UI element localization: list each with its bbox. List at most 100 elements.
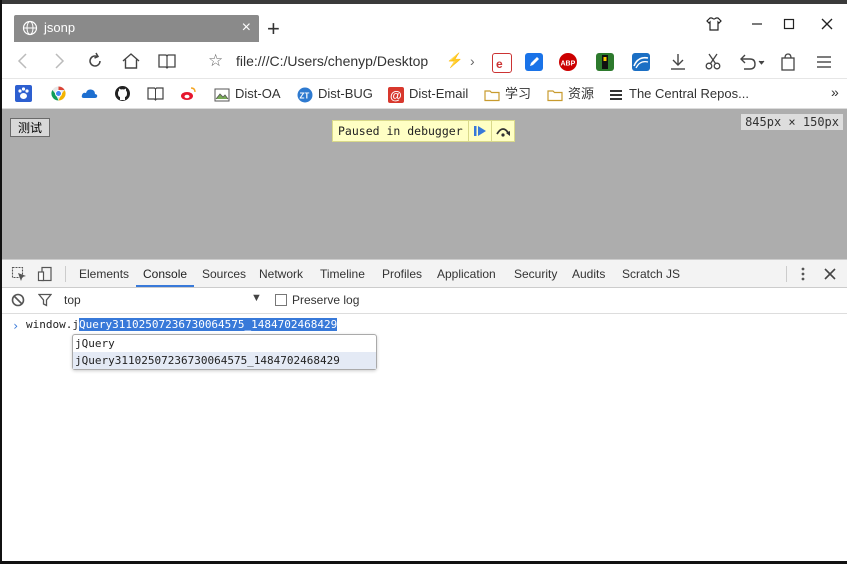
cloud-icon[interactable] [81, 85, 98, 102]
devtools-panel: Elements Console Sources Network Timelin… [2, 259, 847, 561]
tab-sources[interactable]: Sources [202, 260, 246, 287]
address-bar[interactable]: ☆ file:///C:/Users/chenyp/Desktop ⚡ [200, 48, 468, 74]
tab-close-icon[interactable]: × [242, 18, 251, 38]
bookmark-label: 学习 [505, 86, 532, 101]
more-options-icon[interactable] [795, 266, 811, 282]
tab-scratch-js[interactable]: Scratch JS [622, 260, 680, 287]
viewport-dimensions: 845px × 150px [741, 114, 843, 130]
typed-text: window.j [26, 318, 79, 331]
dropdown-arrow-icon[interactable]: ▼ [251, 292, 262, 304]
globe-icon [22, 20, 38, 36]
bookmark-label: Dist-OA [235, 86, 281, 101]
book-icon[interactable] [147, 85, 164, 102]
filter-icon[interactable] [38, 293, 52, 307]
undo-close-tab-icon[interactable] [738, 53, 766, 71]
pen-extension-icon[interactable] [525, 53, 543, 71]
paused-in-debugger-overlay: Paused in debugger [332, 120, 515, 142]
resume-icon [473, 126, 486, 136]
ie-tab-extension-icon[interactable]: e [492, 53, 512, 73]
window-top-edge [2, 0, 847, 4]
context-selector[interactable]: top [64, 293, 81, 307]
bookmark-star-icon[interactable]: ☆ [208, 51, 223, 71]
tab-strip: jsonp × + [2, 0, 847, 44]
tab-audits[interactable]: Audits [572, 260, 605, 287]
console-toolbar: top ▼ Preserve log [2, 288, 847, 314]
weibo-icon[interactable] [180, 85, 197, 102]
image-icon [214, 88, 230, 102]
console-area[interactable]: › window.jQuery31102507236730064575_1484… [2, 314, 847, 561]
refresh-icon[interactable] [84, 50, 106, 72]
scissors-icon[interactable] [704, 53, 722, 71]
bookmarks-overflow-icon[interactable]: » [831, 83, 839, 101]
baidu-paw-icon[interactable] [15, 85, 32, 102]
bookmark-central-repository[interactable]: The Central Repos... [608, 85, 749, 103]
bookmark-label: The Central Repos... [629, 86, 749, 101]
resume-execution-button[interactable] [467, 121, 491, 141]
tab-network[interactable]: Network [259, 260, 303, 287]
bookmark-dist-oa[interactable]: Dist-OA [214, 85, 281, 103]
console-input[interactable]: window.jQuery31102507236730064575_148470… [26, 318, 338, 331]
preserve-log-checkbox[interactable] [275, 294, 287, 306]
bookmark-label: Dist-Email [409, 86, 469, 101]
at-icon: @ [388, 86, 404, 103]
separator [786, 266, 787, 282]
tab-timeline[interactable]: Timeline [320, 260, 365, 287]
github-icon[interactable] [114, 85, 131, 102]
bookmark-label: 资源 [568, 86, 595, 101]
tab-console[interactable]: Console [136, 260, 195, 287]
green-extension-icon[interactable] [596, 53, 614, 71]
folder-icon [547, 89, 563, 101]
tab-application[interactable]: Application [437, 260, 496, 287]
svg-text:@: @ [390, 88, 402, 102]
bag-icon[interactable] [779, 53, 797, 71]
bookmark-dist-bug[interactable]: ZT Dist-BUG [297, 85, 373, 103]
bookmark-dist-email[interactable]: @ Dist-Email [388, 85, 468, 103]
tshirt-icon[interactable] [699, 12, 729, 36]
lightning-icon[interactable]: ⚡ [446, 52, 463, 69]
suggestion-item[interactable]: jQuery31102507236730064575_1484702468429 [73, 352, 376, 369]
close-devtools-icon[interactable] [822, 266, 838, 282]
forward-button[interactable] [48, 50, 70, 72]
paused-text: Paused in debugger [338, 124, 463, 138]
chrome-icon[interactable] [50, 85, 67, 102]
test-button[interactable]: 测试 [10, 118, 50, 137]
autocomplete-dropdown: jQuery jQuery31102507236730064575_148470… [72, 334, 377, 370]
repo-icon [610, 89, 622, 100]
svg-text:ZT: ZT [300, 91, 310, 100]
browser-tab[interactable]: jsonp × [14, 15, 259, 42]
minimize-button[interactable] [742, 12, 772, 36]
new-tab-button[interactable]: + [267, 16, 280, 42]
separator [65, 266, 66, 282]
tab-elements[interactable]: Elements [79, 260, 129, 287]
device-mode-icon[interactable] [37, 266, 53, 282]
inspect-element-icon[interactable] [11, 266, 27, 282]
zt-icon: ZT [297, 87, 313, 103]
download-icon[interactable] [669, 53, 687, 71]
home-icon[interactable] [120, 50, 142, 72]
preserve-log-label: Preserve log [292, 293, 360, 307]
maximize-button[interactable] [774, 12, 804, 36]
browser-window: jsonp × + ☆ file:///C:/Users/chenyp/Desk… [2, 0, 847, 561]
close-window-button[interactable] [812, 12, 842, 36]
address-url[interactable]: file:///C:/Users/chenyp/Desktop [236, 53, 434, 69]
bookmark-folder-resources[interactable]: 资源 [547, 85, 594, 103]
step-over-icon [495, 128, 510, 137]
devtools-tab-bar: Elements Console Sources Network Timelin… [2, 260, 847, 288]
adblock-plus-icon[interactable]: ABP [559, 53, 577, 71]
step-over-button[interactable] [490, 121, 514, 141]
menu-icon[interactable] [815, 53, 833, 71]
chevron-right-icon[interactable]: › [470, 53, 475, 69]
folder-icon [484, 89, 500, 101]
suggestion-item[interactable]: jQuery [73, 335, 376, 352]
wave-extension-icon[interactable] [632, 53, 650, 71]
svg-text:ABP: ABP [561, 61, 576, 68]
reader-view-icon[interactable] [156, 50, 178, 72]
bookmark-folder-study[interactable]: 学习 [484, 85, 531, 103]
tab-profiles[interactable]: Profiles [382, 260, 422, 287]
svg-text:e: e [496, 57, 503, 71]
back-button[interactable] [12, 50, 34, 72]
tab-security[interactable]: Security [514, 260, 557, 287]
clear-console-icon[interactable] [11, 293, 25, 307]
bookmark-label: Dist-BUG [318, 86, 373, 101]
tab-title: jsonp [44, 20, 76, 35]
